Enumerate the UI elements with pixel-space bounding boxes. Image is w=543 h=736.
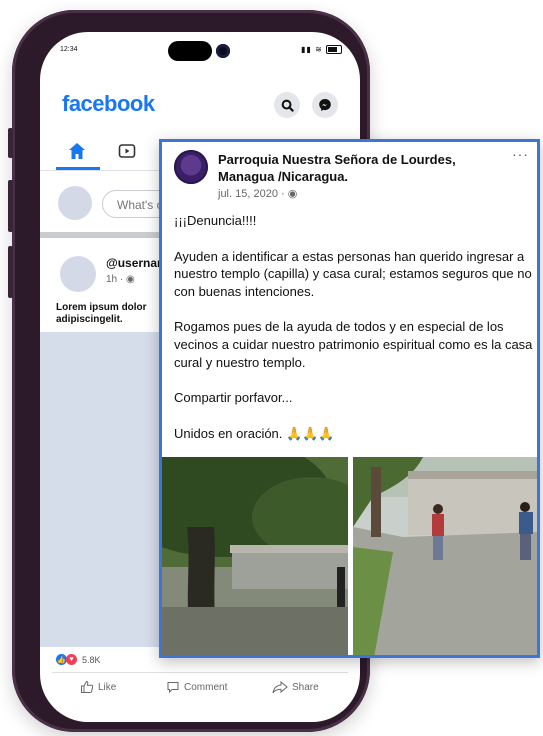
reactions-summary[interactable]: 👍 ♥ 5.8K bbox=[56, 654, 101, 665]
post-time: 1h · ◉ bbox=[106, 274, 135, 285]
post-paragraph: ¡¡¡Denuncia!!!! bbox=[174, 213, 257, 228]
post-text: Lorem ipsum dolor adipiscingelit. bbox=[56, 302, 147, 325]
photo-road-people bbox=[353, 457, 537, 655]
comment-icon bbox=[167, 682, 179, 694]
page-avatar[interactable] bbox=[174, 150, 208, 184]
highlighted-post-card: Parroquia Nuestra Señora de Lourdes, Man… bbox=[159, 139, 540, 658]
battery-icon bbox=[326, 45, 342, 55]
comment-label: Comment bbox=[184, 681, 228, 693]
post-avatar bbox=[60, 256, 96, 292]
reaction-count: 5.8K bbox=[82, 654, 101, 665]
status-time: 12:34 bbox=[60, 46, 78, 53]
search-button[interactable] bbox=[274, 92, 300, 118]
phone-side-button bbox=[8, 128, 13, 158]
phone-volume-down bbox=[8, 246, 13, 298]
more-options-button[interactable]: ··· bbox=[512, 146, 529, 162]
messenger-button[interactable] bbox=[312, 92, 338, 118]
share-button[interactable]: Share bbox=[272, 680, 319, 694]
status-icons: ▮▮ ≋ bbox=[301, 45, 342, 55]
like-button[interactable]: Like bbox=[80, 680, 116, 694]
page-name[interactable]: Parroquia Nuestra Señora de Lourdes, Man… bbox=[218, 151, 508, 185]
globe-icon: ◉ bbox=[287, 188, 298, 200]
messenger-icon bbox=[319, 99, 331, 111]
photo-street-tree bbox=[162, 457, 348, 655]
post-photo-left[interactable] bbox=[162, 457, 348, 655]
wifi-icon: ≋ bbox=[315, 45, 323, 54]
post-paragraph: Compartir porfavor... bbox=[174, 390, 293, 406]
phone-volume-up bbox=[8, 180, 13, 232]
divider bbox=[52, 672, 348, 673]
status-bar: 12:34 ▮▮ ≋ bbox=[40, 32, 360, 72]
search-icon bbox=[281, 99, 294, 112]
post-paragraph: Unidos en oración. 🙏🙏🙏 bbox=[174, 425, 335, 441]
comment-button[interactable]: Comment bbox=[166, 680, 227, 694]
post-date: jul. 15, 2020 · ◉ bbox=[218, 188, 298, 200]
nav-active-indicator bbox=[56, 167, 100, 170]
post-paragraph: Rogamos pues de la ayuda de todos y en e… bbox=[174, 319, 533, 370]
post-paragraph: Ayuden a identificar a estas personas ha… bbox=[174, 248, 532, 299]
facebook-logo: facebook bbox=[62, 91, 155, 116]
share-label: Share bbox=[292, 681, 319, 693]
like-label: Like bbox=[98, 681, 117, 693]
video-icon bbox=[118, 144, 136, 158]
thumbs-up-icon bbox=[81, 680, 94, 693]
app-header: facebook bbox=[40, 87, 360, 127]
home-icon bbox=[69, 143, 85, 159]
dynamic-island bbox=[168, 41, 212, 61]
nav-home[interactable] bbox=[64, 138, 90, 164]
signal-icon: ▮▮ bbox=[301, 45, 312, 54]
post-photo-right[interactable] bbox=[353, 457, 537, 655]
post-photos bbox=[162, 457, 537, 655]
nav-video[interactable] bbox=[114, 138, 140, 164]
share-icon bbox=[272, 680, 288, 694]
globe-icon: ◉ bbox=[126, 274, 135, 285]
front-camera bbox=[216, 44, 230, 58]
post-body: ¡¡¡Denuncia!!!! Ayuden a identificar a e… bbox=[174, 212, 534, 442]
avatar bbox=[58, 186, 92, 220]
love-reaction-icon: ♥ bbox=[66, 654, 77, 665]
